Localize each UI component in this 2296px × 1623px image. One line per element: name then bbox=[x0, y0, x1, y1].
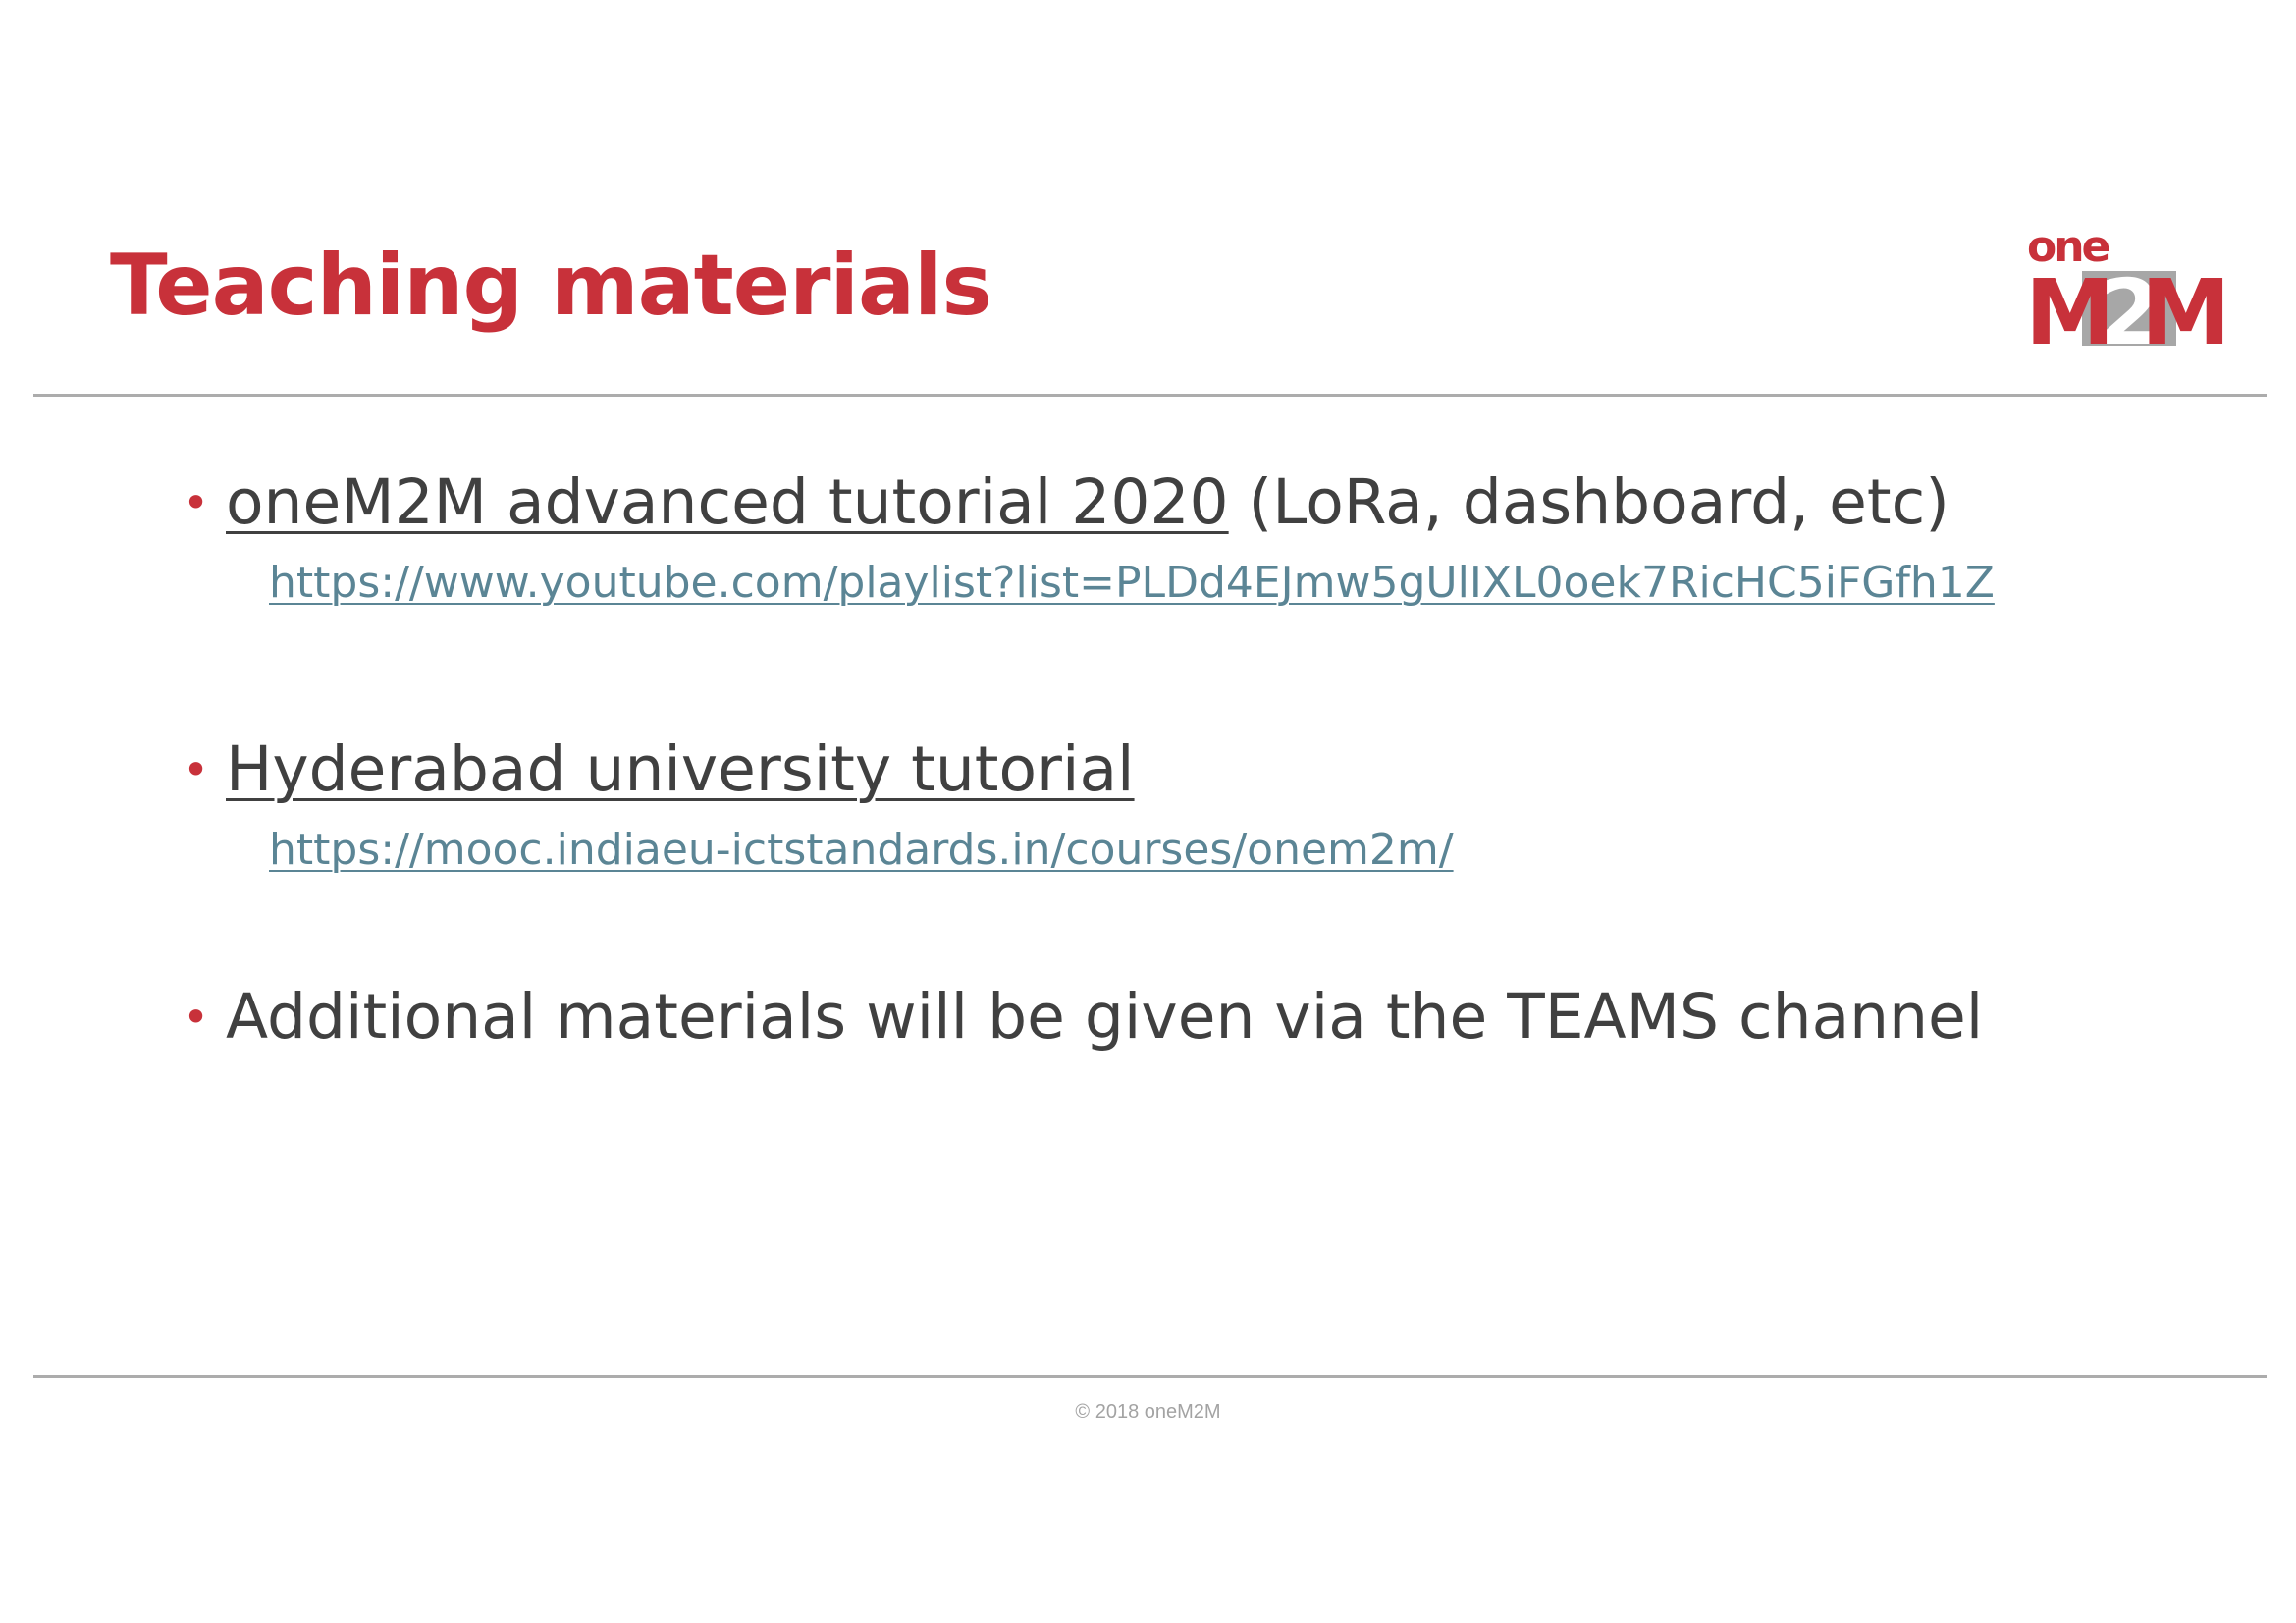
onem2m-logo: one 2 M M bbox=[2025, 220, 2231, 365]
bullet-text: oneM2M advanced tutorial 2020 (LoRa, das… bbox=[226, 461, 1949, 544]
slide-title: Teaching materials bbox=[110, 237, 992, 335]
bullet-item-hyderabad-tutorial: • Hyderabad university tutorial https://… bbox=[183, 729, 2195, 875]
bullet-line: • Additional materials will be given via… bbox=[183, 976, 2195, 1058]
footer-copyright: © 2018 oneM2M bbox=[1075, 1401, 1221, 1423]
slide: Teaching materials one 2 M M • oneM2M ad… bbox=[0, 0, 2296, 1623]
logo-m-left-text: M bbox=[2025, 260, 2111, 348]
bullet-text: Hyderabad university tutorial bbox=[226, 729, 1135, 811]
bullet-dot-icon: • bbox=[183, 991, 210, 1044]
onem2m-logo-graphic: one 2 M M bbox=[2025, 222, 2231, 365]
bottom-divider bbox=[33, 1375, 2267, 1378]
bullet-dot-icon: • bbox=[183, 743, 210, 796]
logo-m-right-text: M bbox=[2141, 260, 2227, 348]
additional-materials-text: Additional materials will be given via t… bbox=[226, 981, 1984, 1053]
bullet-line: • oneM2M advanced tutorial 2020 (LoRa, d… bbox=[183, 461, 2195, 544]
mooc-course-url-link[interactable]: https://mooc.indiaeu-ictstandards.in/cou… bbox=[269, 821, 1454, 880]
bullet-item-additional-materials: • Additional materials will be given via… bbox=[183, 976, 2195, 1058]
advanced-tutorial-link[interactable]: oneM2M advanced tutorial 2020 bbox=[226, 466, 1229, 538]
advanced-tutorial-suffix: (LoRa, dashboard, etc) bbox=[1228, 466, 1949, 538]
bullet-line: • Hyderabad university tutorial bbox=[183, 729, 2195, 811]
bullet-item-advanced-tutorial: • oneM2M advanced tutorial 2020 (LoRa, d… bbox=[183, 461, 2195, 608]
bullet-dot-icon: • bbox=[183, 476, 210, 529]
top-divider bbox=[33, 394, 2267, 397]
youtube-playlist-url-link[interactable]: https://www.youtube.com/playlist?list=PL… bbox=[269, 554, 1995, 613]
hyderabad-tutorial-link[interactable]: Hyderabad university tutorial bbox=[226, 733, 1135, 805]
